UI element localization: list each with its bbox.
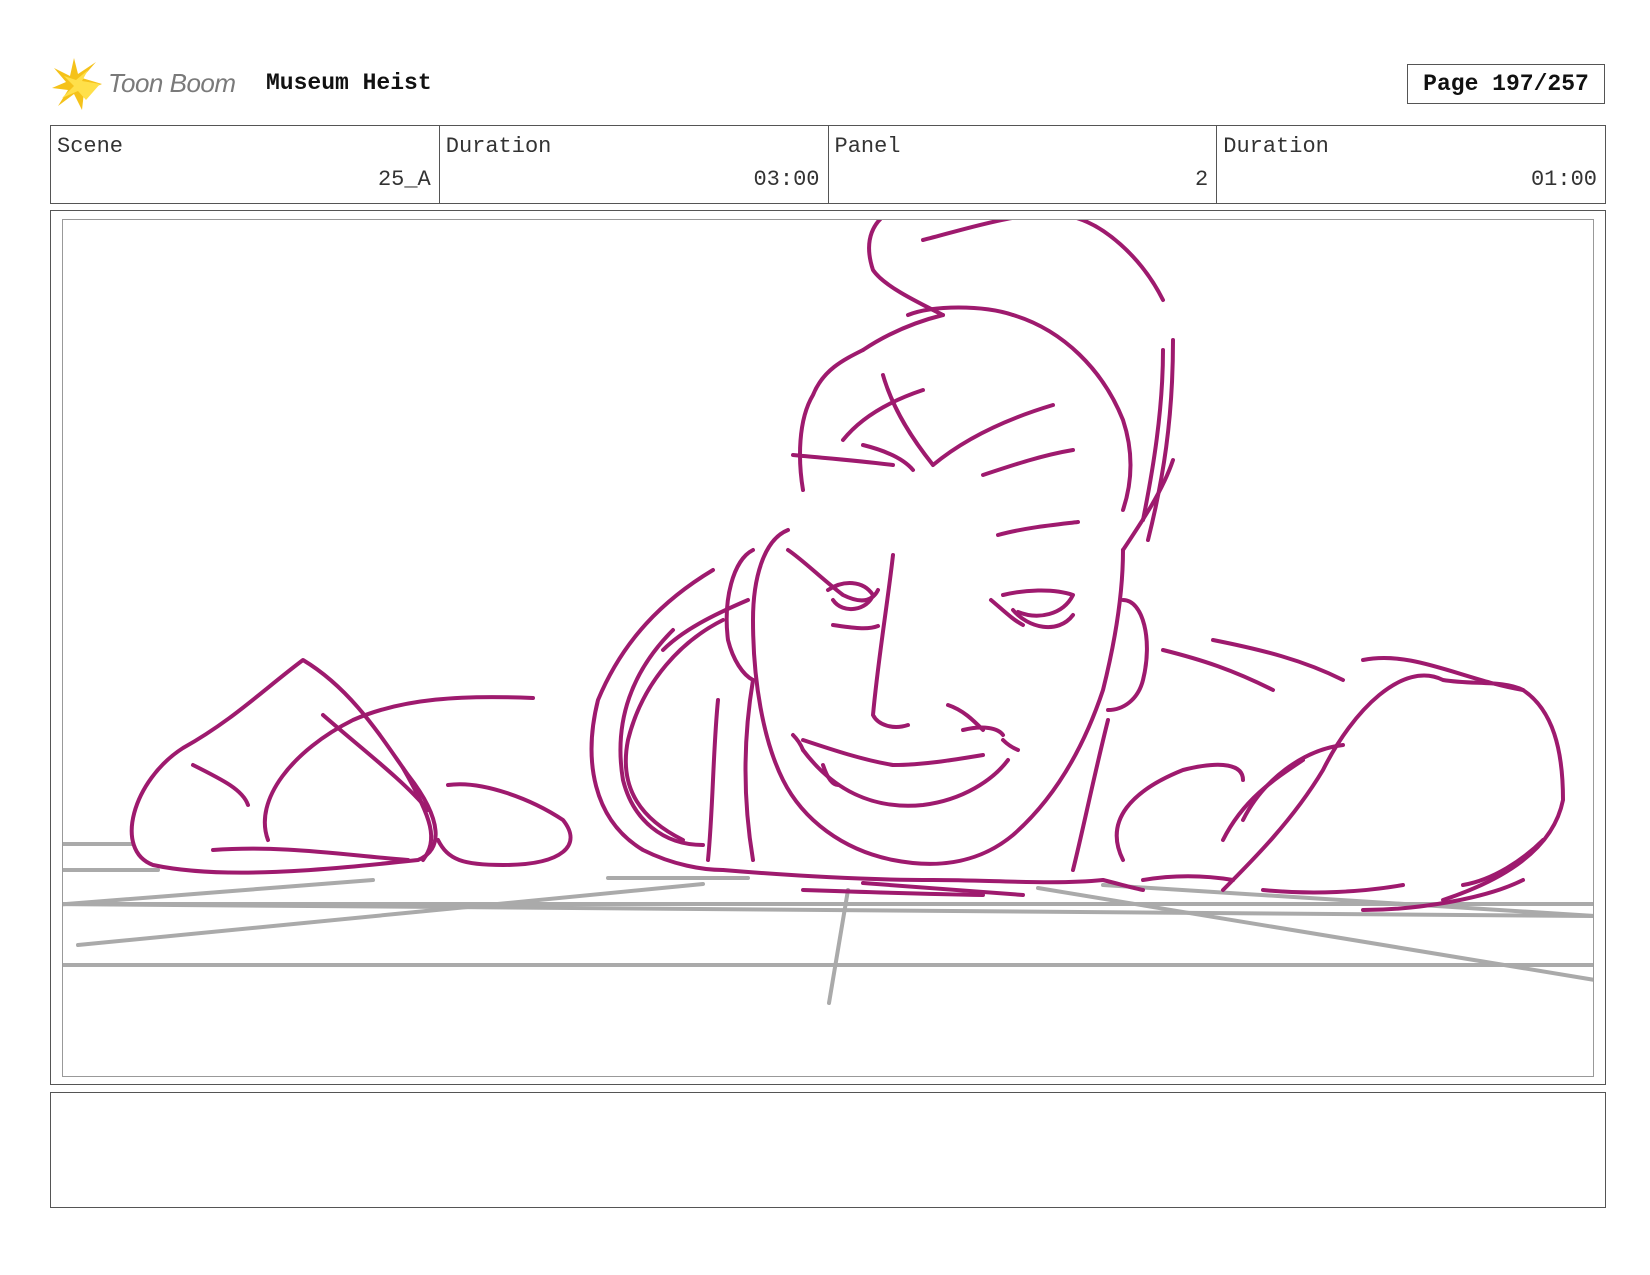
scene-cell: Scene 25_A <box>51 126 440 203</box>
storyboard-sketch <box>63 220 1593 1005</box>
character-sketch <box>129 220 1565 912</box>
scene-value: 25_A <box>377 167 431 192</box>
panel-duration-label: Duration <box>1223 134 1329 159</box>
panel-image <box>62 219 1594 1077</box>
scene-duration-label: Duration <box>445 134 552 159</box>
project-title: Museum Heist <box>266 70 432 96</box>
panel-label: Panel <box>834 134 901 159</box>
toon-boom-logo: Toon Boom <box>52 58 252 112</box>
info-table: Scene 25_A Duration 03:00 Panel 2 Durati… <box>50 125 1606 204</box>
panel-duration-cell: Duration 01:00 <box>1217 126 1605 203</box>
starburst-icon <box>52 58 102 110</box>
scene-label: Scene <box>57 134 124 159</box>
guide-lines <box>63 842 1593 1005</box>
logo-text: Toon Boom <box>108 68 236 98</box>
scene-duration-value: 03:00 <box>753 167 820 192</box>
scene-duration-cell: Duration 03:00 <box>440 126 829 203</box>
panel-value: 2 <box>1195 167 1209 192</box>
notes-box <box>50 1092 1606 1208</box>
panel-duration-value: 01:00 <box>1530 167 1597 192</box>
panel-cell: Panel 2 <box>829 126 1218 203</box>
page-indicator: Page 197/257 <box>1407 64 1605 104</box>
panel-frame <box>50 210 1606 1085</box>
